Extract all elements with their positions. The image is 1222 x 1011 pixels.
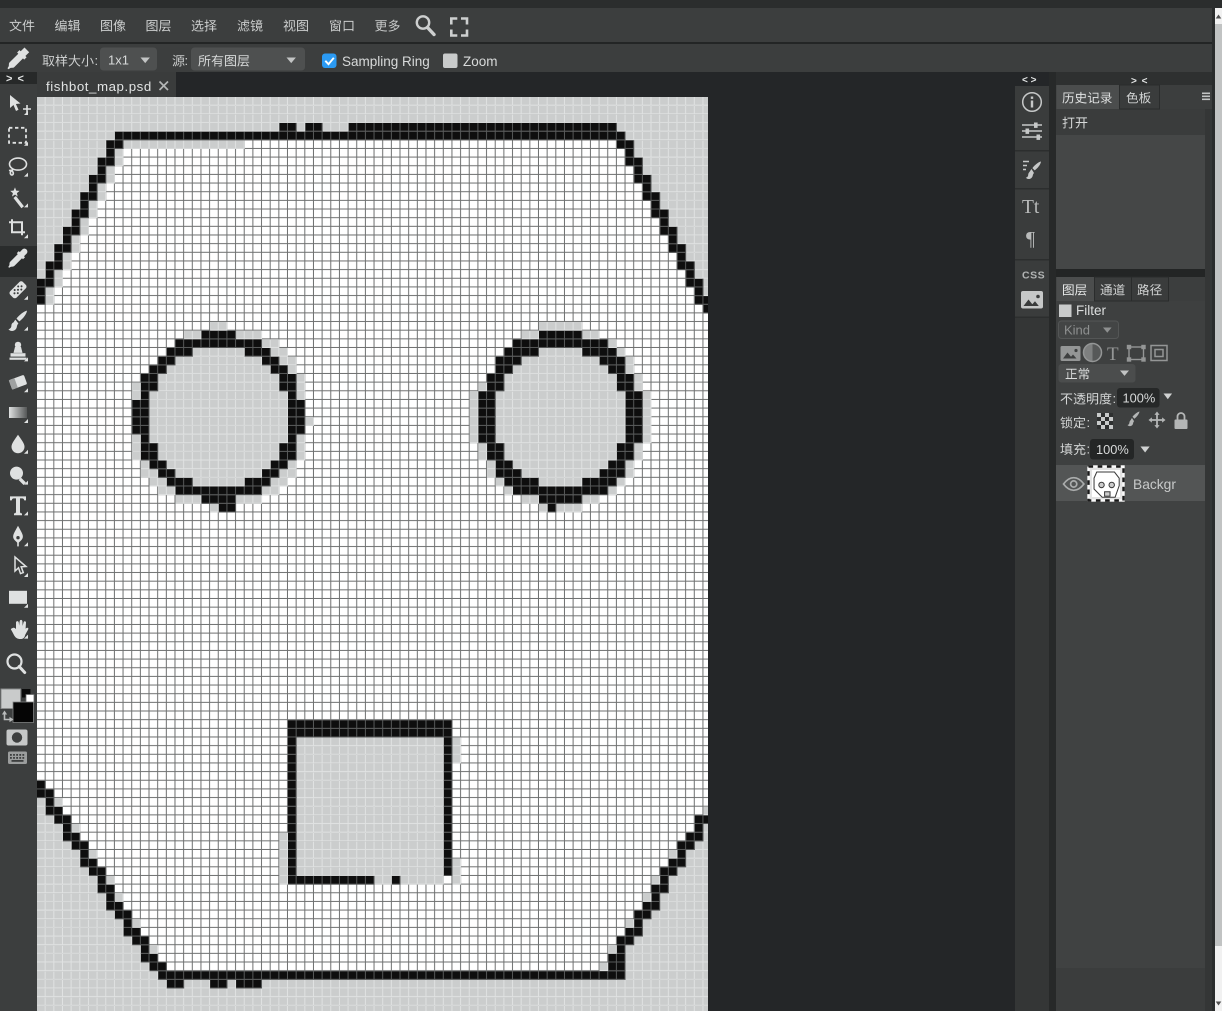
- svg-text::: :: [95, 53, 99, 68]
- svg-text::: :: [1113, 391, 1117, 406]
- svg-text:fishbot_map.psd: fishbot_map.psd: [46, 79, 152, 94]
- svg-text:1x1: 1x1: [108, 53, 129, 68]
- svg-text:Zoom: Zoom: [463, 54, 498, 69]
- svg-text:Sampling Ring: Sampling Ring: [342, 54, 430, 69]
- svg-text::: :: [1087, 442, 1091, 457]
- svg-text:> <: > <: [6, 73, 25, 85]
- svg-text:T: T: [1107, 344, 1119, 365]
- svg-text:Backgr: Backgr: [1133, 477, 1176, 492]
- svg-text:¶: ¶: [1026, 228, 1035, 250]
- svg-text:Tt: Tt: [1022, 197, 1040, 218]
- svg-text:CSS: CSS: [1022, 270, 1045, 282]
- svg-text:100%: 100%: [1123, 391, 1156, 406]
- svg-text:Kind: Kind: [1064, 323, 1090, 338]
- svg-text::: :: [1087, 415, 1091, 430]
- svg-text:100%: 100%: [1096, 442, 1129, 457]
- svg-text:< >: < >: [1022, 75, 1037, 86]
- svg-text::: :: [185, 53, 189, 68]
- svg-text:Filter: Filter: [1076, 303, 1107, 318]
